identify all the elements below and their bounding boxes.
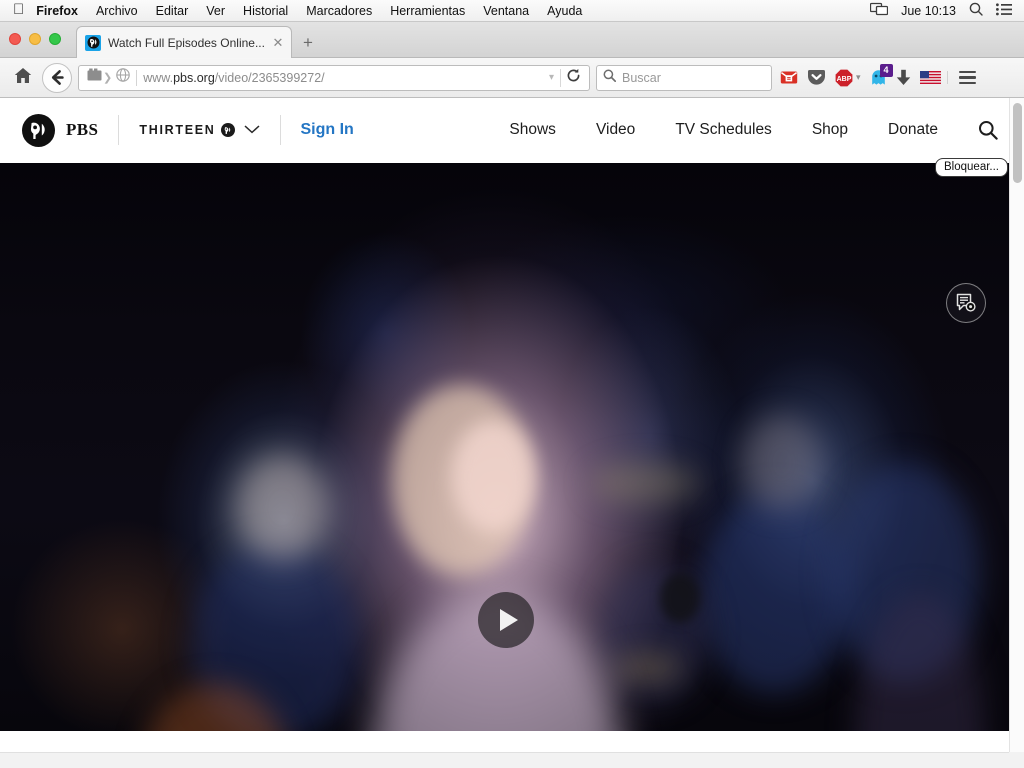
header-separator-2 — [279, 115, 281, 145]
close-tab-button[interactable]: ✕ — [271, 35, 285, 51]
url-bar[interactable]: ❯ www.pbs.org/video/2365399272/ ▾ — [78, 64, 590, 91]
toolbar-addons: ABP ▾ 4 — [780, 64, 947, 87]
tab-strip: Watch Full Episodes Online... ✕ + — [0, 22, 1024, 58]
captions-settings-icon — [956, 293, 976, 312]
menu-item-editar[interactable]: Editar — [147, 4, 198, 18]
firefox-window: Watch Full Episodes Online... ✕ + ❯ www.… — [0, 22, 1024, 768]
vertical-scrollbar[interactable] — [1009, 98, 1024, 768]
menu-item-marcadores[interactable]: Marcadores — [297, 4, 381, 18]
thirteen-circle-logo-icon — [220, 123, 235, 137]
home-icon[interactable] — [8, 67, 38, 89]
sign-in-link[interactable]: Sign In — [301, 121, 354, 139]
new-tab-button[interactable]: + — [303, 34, 313, 51]
search-placeholder: Buscar — [622, 70, 661, 85]
chevron-down-icon[interactable] — [243, 121, 260, 139]
url-dropdown-icon[interactable]: ▾ — [543, 72, 560, 83]
site-search-icon[interactable] — [978, 120, 998, 140]
station-name: THIRTEEN — [139, 123, 216, 137]
zoom-window-button[interactable] — [49, 33, 61, 45]
menu-bar-clock: Jue 10:13 — [901, 3, 956, 18]
musician-silhouette — [742, 415, 822, 510]
nav-item-tv-schedules[interactable]: TV Schedules — [675, 121, 772, 139]
station-selector[interactable]: THIRTEEN — [139, 121, 260, 139]
reload-icon[interactable] — [561, 68, 585, 88]
pbs-favicon — [85, 34, 101, 51]
nav-item-donate[interactable]: Donate — [888, 121, 938, 139]
browser-toolbar: ❯ www.pbs.org/video/2365399272/ ▾ Buscar — [0, 58, 1024, 98]
search-input[interactable]: Buscar — [596, 64, 772, 91]
site-nav: Shows Video TV Schedules Shop Donate — [509, 120, 1024, 140]
musician-silhouette — [236, 455, 328, 560]
url-text: www.pbs.org/video/2365399272/ — [143, 70, 325, 85]
vertical-scrollbar-thumb[interactable] — [1013, 103, 1022, 183]
globe-icon — [113, 68, 133, 87]
ghostery-icon[interactable]: 4 — [870, 64, 893, 86]
window-controls — [9, 33, 61, 45]
identity-chevron-icon: ❯ — [103, 72, 113, 84]
apple-logo-icon[interactable]:  — [13, 2, 24, 17]
language-flag-icon[interactable] — [919, 71, 941, 84]
close-window-button[interactable] — [9, 33, 21, 45]
video-player[interactable] — [0, 163, 1015, 731]
play-button[interactable] — [478, 592, 534, 648]
pbs-head-logo-icon — [22, 113, 55, 147]
header-separator-1 — [118, 115, 120, 145]
menu-item-herramientas[interactable]: Herramientas — [381, 4, 474, 18]
musician-silhouette — [700, 493, 850, 693]
pocket-icon[interactable] — [807, 69, 826, 86]
nav-item-shop[interactable]: Shop — [812, 121, 848, 139]
spotlight-search-icon[interactable] — [969, 2, 983, 19]
url-divider — [136, 69, 138, 86]
notification-center-icon[interactable] — [996, 2, 1012, 19]
hamburger-menu-icon[interactable] — [946, 70, 981, 85]
ghostery-badge-count: 4 — [879, 64, 893, 77]
menu-item-archivo[interactable]: Archivo — [87, 4, 147, 18]
page-identity-icon[interactable] — [83, 68, 105, 87]
menu-item-ventana[interactable]: Ventana — [474, 4, 538, 18]
menu-item-ayuda[interactable]: Ayuda — [538, 4, 591, 18]
block-element-tooltip[interactable]: Bloquear... — [935, 158, 1008, 177]
nav-item-video[interactable]: Video — [596, 121, 635, 139]
stage-light-glow — [590, 463, 700, 503]
menu-item-ver[interactable]: Ver — [197, 4, 234, 18]
screen-mirroring-icon[interactable] — [869, 2, 889, 19]
pbs-wordmark: PBS — [66, 120, 99, 139]
tab-title: Watch Full Episodes Online... — [108, 35, 265, 50]
downloads-icon[interactable] — [896, 69, 911, 86]
page-content: PBS THIRTEEN Sign In Shows Video TV Sche… — [0, 98, 1024, 768]
pbs-logo[interactable]: PBS — [22, 113, 99, 147]
singer-face — [452, 421, 534, 531]
minimize-window-button[interactable] — [29, 33, 41, 45]
nav-item-shows[interactable]: Shows — [509, 121, 556, 139]
adblock-plus-icon[interactable]: ABP ▾ — [835, 69, 861, 87]
menu-item-firefox[interactable]: Firefox — [36, 4, 87, 18]
gmail-checker-icon[interactable] — [780, 70, 798, 85]
pbs-site-header: PBS THIRTEEN Sign In Shows Video TV Sche… — [0, 98, 1024, 162]
microphone-stand — [660, 573, 700, 623]
os-menu-bar:  Firefox Archivo Editar Ver Historial M… — [0, 0, 1024, 22]
back-arrow-icon[interactable] — [42, 62, 72, 93]
horizontal-scrollbar[interactable] — [0, 752, 1024, 768]
scrollbar-corner — [1009, 752, 1024, 768]
search-icon — [603, 69, 617, 87]
menu-item-historial[interactable]: Historial — [234, 4, 297, 18]
stage-light-glow — [612, 653, 682, 683]
play-triangle-icon — [499, 609, 518, 631]
browser-tab[interactable]: Watch Full Episodes Online... ✕ — [76, 26, 292, 58]
svg-text:ABP: ABP — [837, 76, 852, 83]
adblock-dropdown-icon[interactable]: ▾ — [856, 72, 861, 83]
captions-settings-button[interactable] — [946, 283, 986, 323]
